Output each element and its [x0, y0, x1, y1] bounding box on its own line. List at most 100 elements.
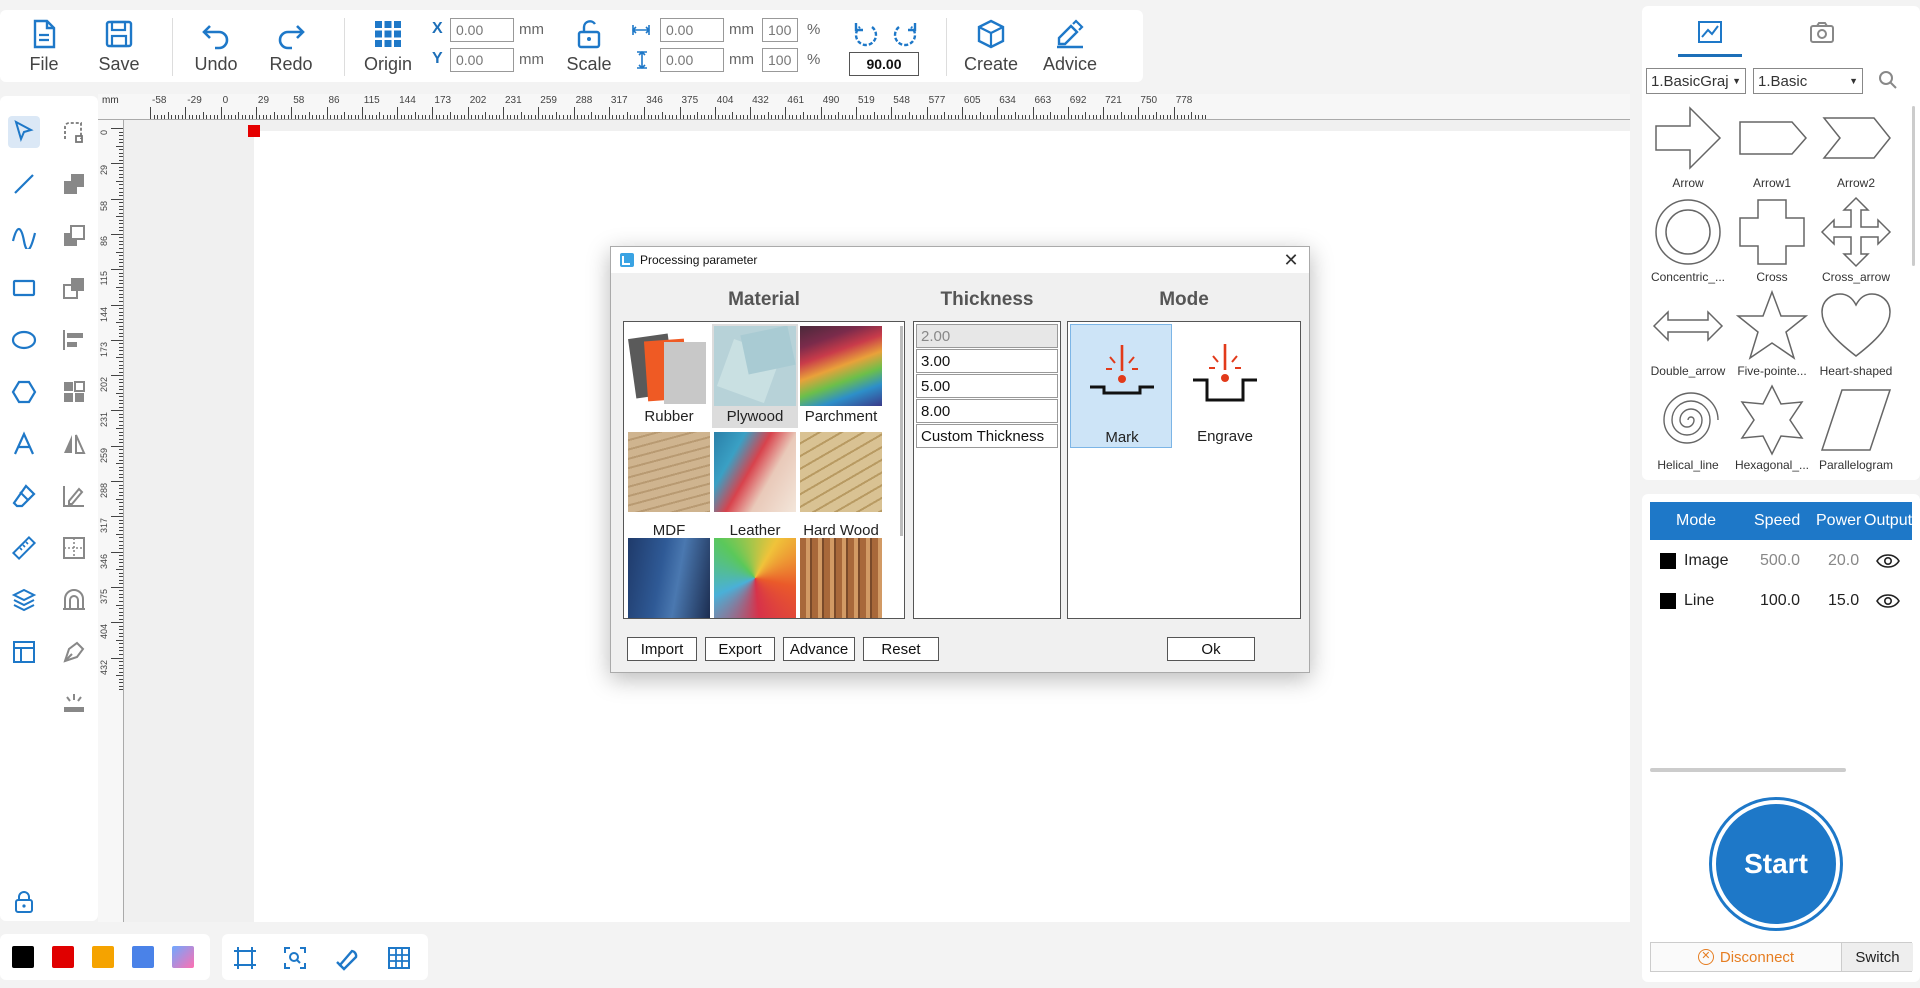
subtract-tool[interactable]	[58, 220, 90, 252]
tab-shapes[interactable]	[1690, 12, 1730, 52]
search-icon[interactable]	[1878, 70, 1898, 90]
shape-concentric[interactable]: Concentric_...	[1646, 196, 1730, 290]
fit-view-button[interactable]	[230, 943, 260, 973]
color-swatch-orange[interactable]	[92, 946, 114, 968]
rotation-input[interactable]	[849, 52, 919, 76]
laser-tool[interactable]	[58, 688, 90, 720]
advice-button[interactable]: Advice	[1033, 18, 1107, 75]
material-rubber[interactable]: Rubber	[626, 324, 712, 428]
custom-thickness-item[interactable]: Custom Thickness	[916, 424, 1058, 448]
x-position-input[interactable]	[450, 18, 514, 42]
material-mdf[interactable]: MDF	[626, 430, 712, 539]
height-input[interactable]	[660, 48, 724, 72]
offset-tool[interactable]	[58, 584, 90, 616]
y-position-input[interactable]	[450, 48, 514, 72]
eraser-tool[interactable]	[8, 480, 40, 512]
close-icon[interactable]: ✕	[1281, 250, 1301, 270]
material-cardboard[interactable]	[798, 536, 884, 618]
color-swatch-gradient[interactable]	[172, 946, 194, 968]
select-tool[interactable]	[8, 116, 40, 148]
layers-tool[interactable]	[8, 584, 40, 616]
thickness-item[interactable]: 2.00	[916, 324, 1058, 348]
shape-parallelogram[interactable]: Parallelogram	[1814, 384, 1898, 478]
width-input[interactable]	[660, 18, 724, 42]
knife-tool[interactable]	[58, 636, 90, 668]
material-acrylic[interactable]	[712, 536, 798, 618]
layer-row-image[interactable]: Image 500.0 20.0	[1650, 542, 1912, 580]
text-tool[interactable]	[8, 428, 40, 460]
redo-button[interactable]: Redo	[254, 18, 328, 75]
shape-arrow[interactable]: Arrow	[1646, 102, 1730, 196]
height-percent-input[interactable]	[762, 48, 798, 72]
layer-speed[interactable]: 100.0	[1760, 592, 1800, 610]
color-swatch-black[interactable]	[12, 946, 34, 968]
material-plywood[interactable]: Plywood	[712, 324, 798, 428]
export-button[interactable]: Export	[705, 637, 775, 661]
layer-power[interactable]: 15.0	[1828, 592, 1859, 610]
disconnect-button[interactable]: ✕ Disconnect	[1651, 943, 1841, 971]
lock-button[interactable]	[8, 886, 40, 918]
shape-subcategory-select[interactable]: 1.Basic ▼	[1753, 68, 1863, 94]
polygon-tool[interactable]	[8, 376, 40, 408]
mode-engrave[interactable]: Engrave	[1174, 324, 1276, 448]
layer-power[interactable]: 20.0	[1828, 552, 1859, 570]
ok-button[interactable]: Ok	[1167, 637, 1255, 661]
shape-five-pointed-star[interactable]: Five-pointe...	[1730, 290, 1814, 384]
shape-list-scrollbar[interactable]	[1912, 106, 1915, 266]
material-parchment[interactable]: Parchment	[798, 324, 884, 428]
shape-heart[interactable]: Heart-shaped	[1814, 290, 1898, 384]
rotate-ccw-button[interactable]	[851, 20, 881, 50]
save-button[interactable]: Save	[82, 18, 156, 75]
material-leather[interactable]: Leather	[712, 430, 798, 539]
material-fabric[interactable]	[626, 536, 712, 618]
layer-row-line[interactable]: Line 100.0 15.0	[1650, 582, 1912, 620]
material-hard-wood[interactable]: Hard Wood	[798, 430, 884, 539]
line-tool[interactable]	[8, 168, 40, 200]
shape-double-arrow[interactable]: Double_arrow	[1646, 290, 1730, 384]
import-button[interactable]: Import	[627, 637, 697, 661]
shape-cross[interactable]: Cross	[1730, 196, 1814, 290]
rotate-cw-button[interactable]	[890, 20, 920, 50]
mode-mark[interactable]: Mark	[1070, 324, 1172, 448]
create-button[interactable]: Create	[954, 18, 1028, 75]
array-tool[interactable]	[58, 376, 90, 408]
magnet-button[interactable]	[332, 943, 362, 973]
layer-speed[interactable]: 500.0	[1760, 552, 1800, 570]
start-button[interactable]: Start	[1712, 800, 1840, 928]
draw-path-tool[interactable]	[58, 480, 90, 512]
grid-button[interactable]	[384, 943, 414, 973]
file-button[interactable]: File	[7, 18, 81, 75]
measure-tool[interactable]	[8, 532, 40, 564]
advance-button[interactable]: Advance	[783, 637, 855, 661]
color-swatch-red[interactable]	[52, 946, 74, 968]
align-tool[interactable]	[58, 324, 90, 356]
ellipse-tool[interactable]	[8, 324, 40, 356]
reset-button[interactable]: Reset	[863, 637, 939, 661]
layer-scrollbar[interactable]	[1650, 768, 1846, 772]
shape-arrow2[interactable]: Arrow2	[1814, 102, 1898, 196]
shape-hexagonal-star[interactable]: Hexagonal_...	[1730, 384, 1814, 478]
shape-arrow1[interactable]: Arrow1	[1730, 102, 1814, 196]
tab-camera[interactable]	[1802, 12, 1842, 52]
dialog-titlebar[interactable]: Processing parameter ✕	[611, 247, 1309, 273]
shape-helical-line[interactable]: Helical_line	[1646, 384, 1730, 478]
undo-button[interactable]: Undo	[179, 18, 253, 75]
node-edit-tool[interactable]	[58, 116, 90, 148]
thickness-item[interactable]: 8.00	[916, 399, 1058, 423]
layout-tool[interactable]	[8, 636, 40, 668]
shape-cross-arrow[interactable]: Cross_arrow	[1814, 196, 1898, 290]
scale-lock-button[interactable]: Scale	[552, 18, 626, 75]
rectangle-tool[interactable]	[8, 272, 40, 304]
mirror-tool[interactable]	[58, 428, 90, 460]
eye-icon[interactable]	[1876, 592, 1900, 610]
eye-icon[interactable]	[1876, 552, 1900, 570]
switch-button[interactable]: Switch	[1841, 943, 1913, 971]
thickness-item[interactable]: 5.00	[916, 374, 1058, 398]
shape-category-select[interactable]: 1.BasicGraj ▼	[1646, 68, 1746, 94]
origin-button[interactable]: Origin	[351, 18, 425, 75]
intersect-tool[interactable]	[58, 272, 90, 304]
thickness-item[interactable]: 3.00	[916, 349, 1058, 373]
curve-tool[interactable]	[8, 220, 40, 252]
zoom-selection-button[interactable]	[280, 943, 310, 973]
distribute-tool[interactable]	[58, 532, 90, 564]
